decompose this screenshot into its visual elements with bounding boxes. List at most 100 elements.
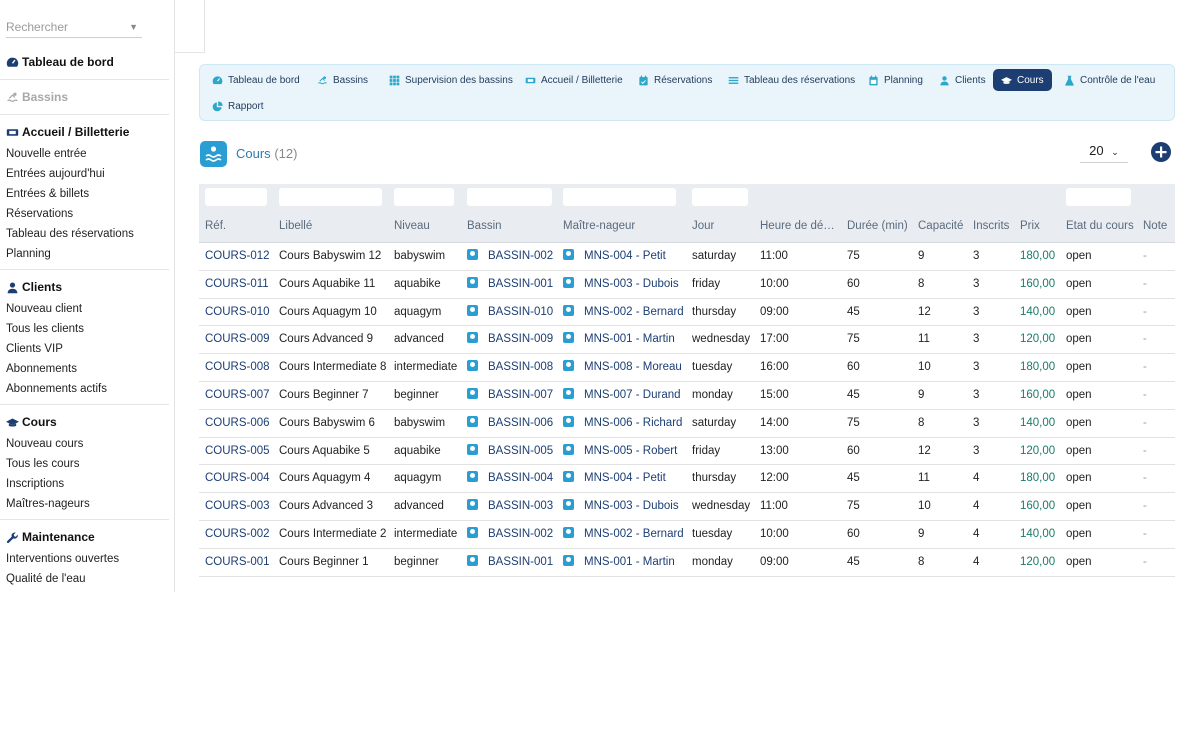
column-filter-input[interactable] [394,188,454,206]
table-cell[interactable]: MNS-001 - Martin [563,549,675,576]
tab-5[interactable]: Tableau des réservations [720,69,863,91]
sidebar-item[interactable]: Interventions ouvertes [0,549,169,569]
tab-6[interactable]: Planning [860,69,931,91]
column-header[interactable]: Réf. [205,220,226,232]
table-row[interactable]: COURS-002 Cours Intermediate 2 intermediat… [199,521,1175,549]
tab-9[interactable]: Contrôle de l'eau [1056,69,1163,91]
column-filter-input[interactable] [279,188,382,206]
table-cell[interactable]: COURS-002 [205,521,270,548]
sidebar-item[interactable]: Tous les cours [0,454,169,474]
sidebar-item[interactable]: Nouveau client [0,299,169,319]
table-cell[interactable]: COURS-003 [205,493,270,520]
sidebar-toggle[interactable] [175,0,205,53]
table-cell[interactable]: MNS-003 - Dubois [563,493,679,520]
sidebar-item[interactable]: Qualité de l'eau [0,569,169,589]
table-cell[interactable]: COURS-009 [205,326,270,353]
table-cell[interactable]: BASSIN-001 [467,549,553,576]
table-cell[interactable]: BASSIN-002 [467,521,553,548]
tab-8[interactable]: Cours [993,69,1052,91]
sidebar-section-0[interactable]: Tableau de bord [0,50,169,74]
tab-3[interactable]: Accueil / Billetterie [517,69,631,91]
column-header[interactable]: Inscrits [973,220,1009,232]
table-row[interactable]: COURS-004 Cours Aquagym 4 aquagym BASSIN-00… [199,465,1175,494]
table-row[interactable]: COURS-006 Cours Babyswim 6 babyswim BASSIN-… [199,410,1175,438]
sidebar-section-2[interactable]: Accueil / Billetterie [0,120,169,144]
tab-10[interactable]: Rapport [204,95,272,117]
table-cell[interactable]: BASSIN-004 [467,465,553,492]
column-filter-input[interactable] [563,188,676,206]
table-cell[interactable]: MNS-004 - Petit [563,465,666,492]
table-cell[interactable]: BASSIN-001 [467,271,553,298]
table-cell[interactable]: MNS-003 - Dubois [563,271,679,298]
table-cell[interactable]: COURS-005 [205,438,270,465]
column-header[interactable]: Jour [692,220,714,232]
table-row[interactable]: COURS-008 Cours Intermediate 8 intermediat… [199,354,1175,382]
tab-2[interactable]: Supervision des bassins [381,69,521,91]
column-header[interactable]: Prix [1020,220,1040,232]
table-cell[interactable]: BASSIN-005 [467,438,553,465]
column-header[interactable]: Heure de dé… [760,220,834,232]
column-header[interactable]: Libellé [279,220,312,232]
sidebar-item[interactable]: Tous les clients [0,319,169,339]
table-cell[interactable]: MNS-006 - Richard [563,410,682,437]
sidebar-item[interactable]: Tableau des réservations [0,224,169,244]
column-header[interactable]: Maître-nageur [563,220,635,232]
table-cell[interactable]: COURS-012 [205,243,270,270]
table-cell[interactable]: COURS-010 [205,299,270,326]
table-cell[interactable]: MNS-004 - Petit [563,243,666,270]
table-cell[interactable]: BASSIN-007 [467,382,553,409]
table-cell[interactable]: COURS-004 [205,465,270,492]
sidebar-item[interactable]: Abonnements [0,359,169,379]
table-cell[interactable]: COURS-011 [205,271,269,298]
table-cell[interactable]: BASSIN-008 [467,354,553,381]
table-cell[interactable]: COURS-007 [205,382,270,409]
sidebar-item[interactable]: Nouveau cours [0,434,169,454]
table-cell[interactable]: MNS-002 - Bernard [563,299,684,326]
table-row[interactable]: COURS-001 Cours Beginner 1 beginner BASSIN-… [199,549,1175,577]
per-page-select[interactable]: 20 ⌄ [1080,141,1128,163]
table-cell[interactable]: COURS-008 [205,354,270,381]
sidebar-section-3[interactable]: Clients [0,275,169,299]
column-filter-input[interactable] [467,188,552,206]
sidebar-item[interactable]: Réservations [0,204,169,224]
table-cell[interactable]: BASSIN-003 [467,493,553,520]
table-row[interactable]: COURS-007 Cours Beginner 7 beginner BASSIN-… [199,382,1175,410]
table-cell[interactable]: BASSIN-002 [467,243,553,270]
table-cell[interactable]: MNS-008 - Moreau [563,354,682,381]
tab-1[interactable]: Bassins [309,69,376,91]
table-cell[interactable]: MNS-002 - Bernard [563,521,684,548]
table-cell[interactable]: COURS-006 [205,410,270,437]
sidebar-item[interactable]: Abonnements actifs [0,379,169,399]
sidebar-item[interactable]: Nouvelle entrée [0,144,169,164]
column-header[interactable]: Niveau [394,220,430,232]
column-header[interactable]: Capacité [918,220,963,232]
table-cell[interactable]: BASSIN-010 [467,299,553,326]
tab-4[interactable]: Réservations [630,69,720,91]
table-cell[interactable]: COURS-001 [205,549,270,576]
column-header[interactable]: État du cours [1066,220,1134,232]
sidebar-item[interactable]: Planning [0,244,169,264]
table-cell[interactable]: MNS-001 - Martin [563,326,675,353]
tab-0[interactable]: Tableau de bord [204,69,308,91]
sidebar-section-4[interactable]: Cours [0,410,169,434]
table-cell[interactable]: MNS-005 - Robert [563,438,677,465]
table-cell[interactable]: MNS-007 - Durand [563,382,681,409]
chevron-down-icon[interactable]: ▼ [129,16,138,38]
sidebar-item[interactable]: Entrées aujourd'hui [0,164,169,184]
column-filter-input[interactable] [692,188,748,206]
table-row[interactable]: COURS-009 Cours Advanced 9 advanced BASSIN-… [199,326,1175,355]
sidebar-item[interactable]: Clients VIP [0,339,169,359]
sidebar-item[interactable]: Inscriptions [0,474,169,494]
table-row[interactable]: COURS-005 Cours Aquabike 5 aquabike BASSIN-… [199,438,1175,466]
table-cell[interactable]: BASSIN-009 [467,326,553,353]
table-row[interactable]: COURS-003 Cours Advanced 3 advanced BASSIN-… [199,493,1175,521]
column-filter-input[interactable] [1066,188,1131,206]
table-cell[interactable]: BASSIN-006 [467,410,553,437]
tab-7[interactable]: Clients [931,69,994,91]
sidebar-item[interactable]: Entrées & billets [0,184,169,204]
column-header[interactable]: Durée (min) [847,220,908,232]
add-course-button[interactable] [1151,142,1171,162]
table-row[interactable]: COURS-010 Cours Aquagym 10 aquagym BASSIN-0… [199,299,1175,327]
search-input[interactable]: Rechercher ▼ [6,16,142,38]
column-filter-input[interactable] [205,188,267,206]
